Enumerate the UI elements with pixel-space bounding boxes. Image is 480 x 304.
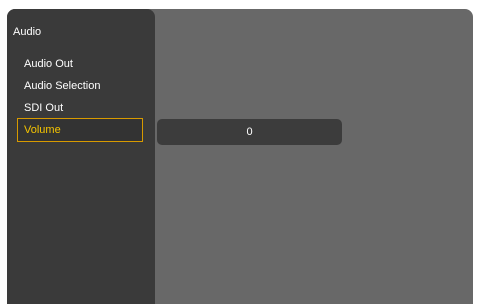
menu-item-sdi-out[interactable]: SDI Out (18, 97, 142, 119)
volume-value-field[interactable]: 0 (157, 119, 342, 145)
sidebar: Audio Audio Out Audio Selection SDI Out … (7, 9, 155, 304)
menu-item-audio-selection[interactable]: Audio Selection (18, 75, 142, 97)
menu-list: Audio Out Audio Selection SDI Out Volume (17, 53, 143, 142)
settings-panel: Audio Audio Out Audio Selection SDI Out … (7, 9, 473, 304)
menu-item-audio-out[interactable]: Audio Out (18, 53, 142, 75)
audio-settings-screen: Audio Audio Out Audio Selection SDI Out … (0, 0, 480, 304)
menu-title: Audio (13, 26, 42, 38)
menu-item-volume[interactable]: Volume (17, 118, 143, 142)
